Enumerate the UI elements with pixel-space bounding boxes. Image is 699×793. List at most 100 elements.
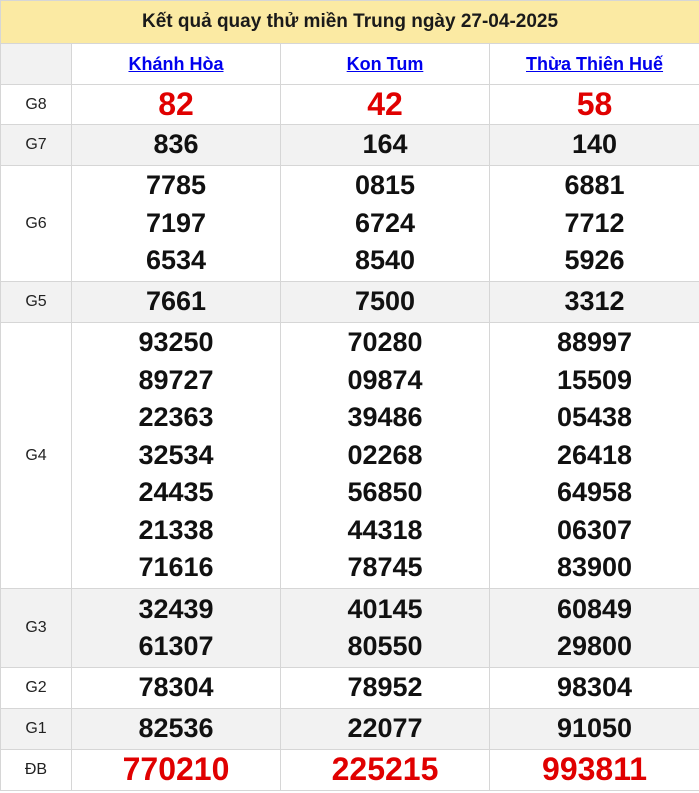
province-header-row: Khánh Hòa Kon Tum Thừa Thiên Huế	[0, 43, 699, 85]
prize-number: 82	[158, 85, 194, 122]
prize-number: 61307	[138, 631, 214, 661]
prize-cell: 82	[71, 84, 281, 125]
prize-number-stack: 6881 7712 5926	[490, 167, 699, 280]
province-link-kon-tum[interactable]: Kon Tum	[347, 54, 424, 74]
prize-row-g2: G2 78304 78952 98304	[0, 667, 699, 709]
prize-number: 15509	[556, 364, 633, 395]
prize-number: 58	[576, 85, 613, 122]
prize-number-stack: 82536	[72, 710, 280, 748]
prize-label: G8	[0, 84, 72, 125]
prize-number: 89727	[138, 364, 214, 395]
prize-number: 29800	[556, 631, 633, 661]
prize-cell: 22077	[280, 708, 490, 750]
prize-cell: 140	[488, 124, 699, 166]
prize-cell: 164	[280, 124, 490, 166]
prize-number: 06307	[556, 514, 633, 545]
prize-number-stack: 993811	[490, 751, 699, 789]
prize-row-g5: G5 7661 7500 3312	[0, 281, 699, 323]
prize-number: 83900	[556, 552, 633, 583]
prize-cell: 7500	[280, 281, 490, 323]
prize-cell: 78952	[280, 667, 490, 709]
prize-cell: 91050	[488, 708, 699, 750]
prize-row-g4: G4 93250 89727 22363 32534 24435 21338 71616 702…	[0, 322, 699, 589]
prize-number: 88997	[556, 327, 633, 358]
prize-number: 6534	[145, 245, 207, 276]
prize-number: 7661	[145, 286, 207, 317]
prize-cell: 3312	[488, 281, 699, 323]
prize-number-stack: 22077	[281, 710, 489, 748]
prize-cell: 770210	[71, 749, 281, 791]
prize-cell: 225215	[280, 749, 490, 791]
prize-number: 21338	[138, 514, 214, 545]
prize-number: 91050	[556, 713, 633, 744]
prize-number: 05438	[556, 402, 633, 433]
prize-number-stack: 0815 6724 8540	[281, 167, 489, 280]
prize-cell: 88997 15509 05438 26418 64958 06307 83900	[488, 322, 699, 589]
prize-number-stack: 42	[281, 86, 489, 124]
prize-row-g7: G7 836 164 140	[0, 124, 699, 166]
prize-number-stack: 7785 7197 6534	[72, 167, 280, 280]
prize-number: 64958	[556, 477, 633, 508]
prize-number: 225215	[331, 751, 439, 788]
prize-label: G3	[0, 588, 72, 668]
prize-number-stack: 3312	[490, 283, 699, 321]
prize-cell: 98304	[488, 667, 699, 709]
prize-cell: 78304	[71, 667, 281, 709]
province-link-thua-thien-hue[interactable]: Thừa Thiên Huế	[526, 54, 663, 74]
prize-row-g1: G1 82536 22077 91050	[0, 708, 699, 750]
prize-number: 993811	[542, 751, 648, 788]
prize-row-g6: G6 7785 7197 6534 0815 6724 8540 6881 7712 5926	[0, 165, 699, 282]
prize-cell: 7785 7197 6534	[71, 165, 281, 282]
prize-number: 78745	[347, 552, 423, 583]
prize-number: 56850	[347, 477, 423, 508]
page-title: Kết quả quay thử miền Trung ngày 27-04-2…	[0, 0, 699, 44]
prize-number-stack: 58	[490, 86, 699, 124]
prize-number: 82536	[138, 713, 214, 744]
prize-label: G4	[0, 322, 72, 589]
prize-number-stack: 770210	[72, 751, 280, 789]
prize-number: 60849	[556, 593, 633, 624]
prize-number: 7500	[354, 286, 416, 317]
prize-number: 98304	[556, 672, 633, 703]
prize-number-stack: 70280 09874 39486 02268 56850 44318 78745	[281, 324, 489, 587]
prize-number: 78952	[347, 672, 423, 703]
prize-number-stack: 78952	[281, 669, 489, 707]
prize-number-stack: 32439 61307	[72, 591, 280, 666]
prize-label: G7	[0, 124, 72, 166]
prize-number: 26418	[556, 439, 633, 470]
prize-number: 70280	[347, 327, 423, 358]
prize-label: G5	[0, 281, 72, 323]
prize-number-stack: 98304	[490, 669, 699, 707]
prize-number: 3312	[564, 286, 625, 317]
prize-cell: 6881 7712 5926	[488, 165, 699, 282]
prize-number: 0815	[354, 170, 416, 201]
province-link-khanh-hoa[interactable]: Khánh Hòa	[128, 54, 223, 74]
prize-cell: 836	[71, 124, 281, 166]
prize-label: ĐB	[0, 749, 72, 791]
results-page: Kết quả quay thử miền Trung ngày 27-04-2…	[0, 0, 699, 793]
prize-cell: 40145 80550	[280, 588, 490, 668]
prize-row-g3: G3 32439 61307 40145 80550 60849 29800	[0, 588, 699, 668]
prize-row-g8: G8 82 42 58	[0, 84, 699, 125]
prize-number: 5926	[564, 245, 625, 276]
prize-cell: 82536	[71, 708, 281, 750]
prize-number-stack: 91050	[490, 710, 699, 748]
prize-number-stack: 93250 89727 22363 32534 24435 21338 71616	[72, 324, 280, 587]
prize-number: 80550	[347, 631, 423, 661]
province-header: Khánh Hòa	[71, 43, 281, 85]
prize-number: 32534	[138, 439, 214, 470]
prize-cell: 32439 61307	[71, 588, 281, 668]
prize-number-stack: 40145 80550	[281, 591, 489, 666]
lottery-results-table: Kết quả quay thử miền Trung ngày 27-04-2…	[0, 0, 699, 791]
header-corner	[0, 43, 72, 85]
prize-number: 22363	[138, 402, 214, 433]
prize-rows: G8 82 42 58 G7 836 164 140 G6 7785 7197 6534 0815 672…	[0, 84, 699, 791]
title-row: Kết quả quay thử miền Trung ngày 27-04-2…	[0, 0, 699, 44]
prize-number: 93250	[138, 327, 214, 358]
prize-cell: 993811	[488, 749, 699, 791]
prize-cell: 0815 6724 8540	[280, 165, 490, 282]
province-header: Kon Tum	[280, 43, 490, 85]
prize-number-stack: 164	[281, 126, 489, 164]
prize-row-db: ĐB 770210 225215 993811	[0, 749, 699, 791]
prize-number: 32439	[138, 593, 214, 624]
